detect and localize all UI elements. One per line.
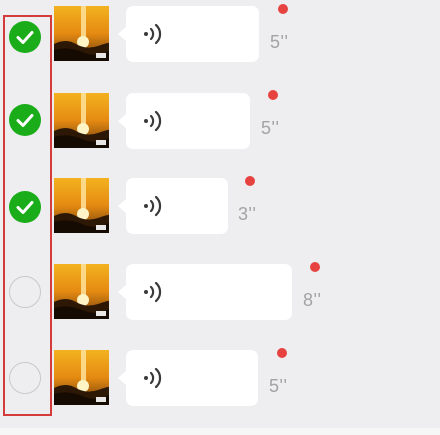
unread-dot	[245, 176, 255, 186]
voice-message-row: 5''	[0, 0, 440, 78]
avatar[interactable]	[54, 264, 109, 319]
voice-message-bubble[interactable]	[118, 350, 258, 406]
checkmark-icon	[16, 31, 34, 44]
checkmark-icon	[16, 114, 34, 127]
voice-wave-icon	[144, 367, 162, 389]
bubble-tail	[118, 370, 127, 386]
voice-message-list: 5'' 5'' 3'' 8'' 5''	[0, 0, 440, 435]
bubble-tail	[118, 198, 127, 214]
bubble-tail	[118, 26, 127, 42]
voice-message-row: 5''	[0, 336, 440, 422]
checkmark-icon	[16, 201, 34, 214]
voice-duration: 8''	[303, 290, 322, 310]
bubble-tail	[118, 113, 127, 129]
voice-wave-icon	[144, 23, 162, 45]
voice-duration: 5''	[261, 118, 280, 138]
sunset-avatar-icon	[54, 6, 109, 61]
avatar[interactable]	[54, 6, 109, 61]
voice-wave-icon	[144, 110, 162, 132]
unread-dot	[278, 4, 288, 14]
select-checkbox-checked[interactable]	[9, 21, 41, 53]
sunset-avatar-icon	[54, 93, 109, 148]
voice-message-bubble[interactable]	[118, 178, 228, 234]
unread-dot	[277, 348, 287, 358]
voice-wave-icon	[144, 195, 162, 217]
select-checkbox-unchecked[interactable]	[9, 276, 41, 308]
voice-message-bubble[interactable]	[118, 93, 250, 149]
voice-message-row: 3''	[0, 164, 440, 250]
bubble-tail	[118, 284, 127, 300]
unread-dot	[310, 262, 320, 272]
voice-duration: 5''	[269, 376, 288, 396]
sunset-avatar-icon	[54, 350, 109, 405]
select-checkbox-unchecked[interactable]	[9, 362, 41, 394]
select-checkbox-checked[interactable]	[9, 104, 41, 136]
bottom-strip	[0, 428, 440, 435]
voice-message-bubble[interactable]	[118, 6, 259, 62]
sunset-avatar-icon	[54, 264, 109, 319]
voice-message-bubble[interactable]	[118, 264, 292, 320]
select-checkbox-checked[interactable]	[9, 191, 41, 223]
avatar[interactable]	[54, 93, 109, 148]
sunset-avatar-icon	[54, 178, 109, 233]
voice-duration: 5''	[270, 32, 289, 52]
avatar[interactable]	[54, 350, 109, 405]
voice-wave-icon	[144, 281, 162, 303]
voice-duration: 3''	[238, 204, 257, 224]
voice-message-row: 8''	[0, 250, 440, 336]
voice-message-row: 5''	[0, 78, 440, 164]
avatar[interactable]	[54, 178, 109, 233]
unread-dot	[268, 90, 278, 100]
